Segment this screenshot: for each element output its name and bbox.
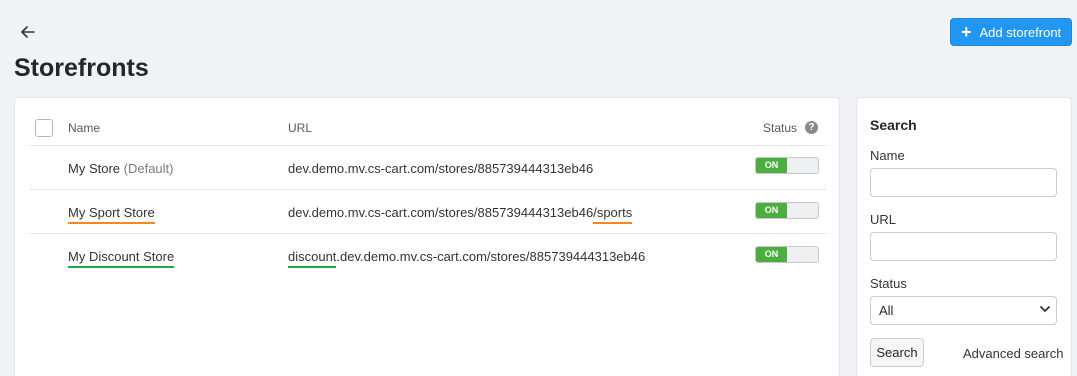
name-input[interactable] [870,168,1057,197]
table-divider [29,233,827,234]
add-storefront-button[interactable]: + Add storefront [950,18,1072,46]
back-button[interactable] [18,22,38,42]
status-toggle[interactable]: ON [755,157,819,174]
status-label: Status [870,276,907,291]
storefront-name[interactable]: My Discount Store [68,249,175,268]
url-path: /sports [593,205,633,224]
status-select-value: All [879,303,894,318]
storefronts-list: Name URL Status ? My Store (Default) dev… [14,97,840,376]
plus-icon: + [961,22,972,42]
add-storefront-label: Add storefront [979,24,1062,40]
status-select[interactable]: All [870,296,1057,325]
storefront-name[interactable]: My Sport Store [68,205,155,224]
name-label: Name [870,148,905,163]
status-toggle[interactable]: ON [755,202,819,219]
select-all-checkbox[interactable] [35,119,53,137]
table-divider [29,145,827,146]
table-divider [29,189,827,190]
toggle-on-label: ON [756,158,787,173]
url-subdomain: discount [288,249,337,268]
column-header-name[interactable]: Name [68,121,100,135]
default-label: (Default) [123,161,174,176]
storefront-url: dev.demo.mv.cs-cart.com/stores/885739444… [288,205,633,224]
arrow-left-icon [21,26,35,38]
storefront-name[interactable]: My Store [68,161,120,176]
advanced-search-link[interactable]: Advanced search [963,346,1063,361]
url-label: URL [870,212,897,227]
url-input[interactable] [870,232,1057,261]
search-panel: Search Name URL Status All Search Advanc… [856,97,1072,376]
toggle-on-label: ON [756,203,787,218]
chevron-down-icon [1040,306,1050,312]
status-toggle[interactable]: ON [755,246,819,263]
storefront-url: dev.demo.mv.cs-cart.com/stores/885739444… [288,161,594,176]
storefront-name-link[interactable]: My Sport Store [68,205,155,224]
toggle-on-label: ON [756,247,787,262]
column-header-status: Status [763,121,798,135]
url-rest: .dev.demo.mv.cs-cart.com/stores/88573944… [336,249,646,264]
storefront-name-link[interactable]: My Discount Store [68,249,175,268]
storefront-url: discount.dev.demo.mv.cs-cart.com/stores/… [288,249,646,268]
column-header-url: URL [288,121,313,135]
search-button[interactable]: Search [870,338,924,367]
url-base: dev.demo.mv.cs-cart.com/stores/885739444… [288,205,594,220]
search-title: Search [870,117,917,133]
storefront-name-link[interactable]: My Store (Default) [68,161,174,176]
question-circle-icon[interactable]: ? [805,121,818,134]
page-title: Storefronts [14,54,149,82]
